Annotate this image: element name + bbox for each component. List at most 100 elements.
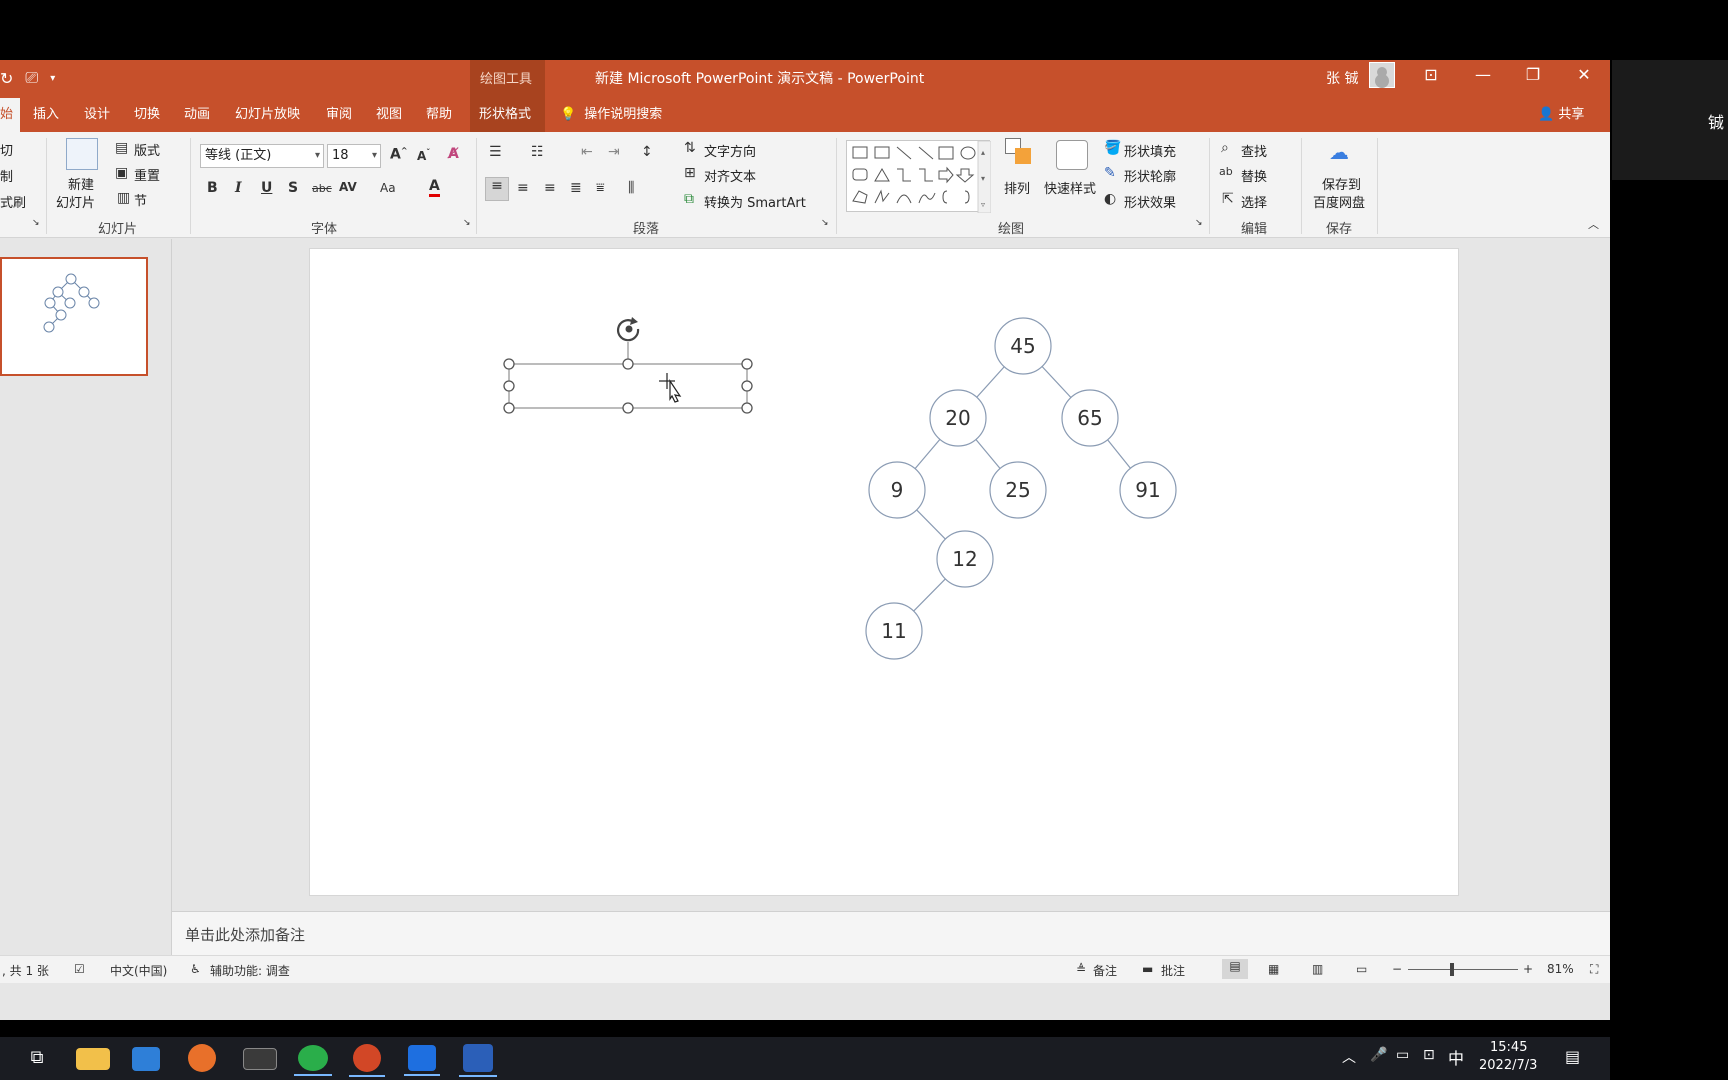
align-center-icon[interactable]: ≡ xyxy=(517,180,529,196)
line-spacing-icon[interactable]: ↕ xyxy=(641,144,653,160)
tab-slideshow[interactable]: 幻灯片放映 xyxy=(235,98,300,132)
arrange-icon[interactable] xyxy=(1005,138,1035,168)
grow-font-icon[interactable]: A^ xyxy=(390,146,408,163)
tab-design[interactable]: 设计 xyxy=(84,98,110,132)
shape-fill-button[interactable]: 形状填充 xyxy=(1124,141,1176,160)
shapes-gallery[interactable]: ▴ ▾ ▿ xyxy=(846,140,992,214)
firefox-icon[interactable] xyxy=(188,1044,216,1072)
align-text-button[interactable]: 对齐文本 xyxy=(704,166,756,185)
numbering-icon[interactable]: ☷ xyxy=(531,144,544,160)
tab-review[interactable]: 审阅 xyxy=(326,98,352,132)
normal-view-icon[interactable]: ▤ xyxy=(1222,959,1248,979)
zoom-level[interactable]: 81% xyxy=(1547,962,1574,976)
decrease-indent-icon[interactable]: ⇤ xyxy=(581,144,593,160)
dialog-launcher-icon[interactable]: ↘ xyxy=(32,218,40,228)
redo-icon[interactable]: ↻ xyxy=(0,69,13,88)
slide-sorter-icon[interactable]: ▦ xyxy=(1268,962,1279,976)
battery-icon[interactable]: ▭ xyxy=(1396,1047,1409,1063)
tab-transitions[interactable]: 切换 xyxy=(134,98,160,132)
layout-button[interactable]: 版式 xyxy=(134,140,160,159)
text-direction-button[interactable]: 文字方向 xyxy=(704,141,756,160)
justify-icon[interactable]: ≣ xyxy=(570,180,582,196)
collapse-ribbon-icon[interactable]: ︿ xyxy=(1588,216,1599,232)
tab-shape-format[interactable]: 形状格式 xyxy=(479,98,531,132)
new-slide-icon[interactable] xyxy=(66,138,98,170)
minimize-icon[interactable]: — xyxy=(1468,64,1498,86)
arrange-button[interactable]: 排列 xyxy=(1004,178,1030,197)
comments-toggle[interactable]: 批注 xyxy=(1161,962,1185,979)
language-status[interactable]: 中文(中国) xyxy=(110,962,167,979)
columns-icon[interactable]: ⫼ xyxy=(628,180,634,196)
tab-help[interactable]: 帮助 xyxy=(426,98,452,132)
comments-icon[interactable]: ▬ xyxy=(1142,962,1153,976)
strikethrough-icon[interactable]: abc xyxy=(312,182,332,195)
accessibility-status[interactable]: 辅助功能: 调查 xyxy=(210,962,290,979)
store-icon[interactable] xyxy=(132,1047,160,1071)
clock-time[interactable]: 15:45 xyxy=(1490,1040,1527,1055)
quick-styles-button[interactable]: 快速样式 xyxy=(1044,178,1096,197)
zoom-slider-thumb[interactable] xyxy=(1450,963,1454,976)
cut-button[interactable]: 切 xyxy=(0,140,13,159)
save-cloud-label-1[interactable]: 保存到 xyxy=(1322,174,1361,193)
zoom-slider-track[interactable] xyxy=(1408,969,1518,970)
align-text-icon[interactable]: ⊞ xyxy=(684,165,696,181)
shrink-font-icon[interactable]: Aˇ xyxy=(417,148,430,163)
restore-icon[interactable]: ❐ xyxy=(1518,64,1548,86)
character-spacing-icon[interactable]: AV xyxy=(339,180,357,194)
ime-indicator[interactable]: 中 xyxy=(1448,1045,1464,1069)
fit-to-window-icon[interactable]: ⛶ xyxy=(1590,962,1598,977)
network-icon[interactable]: ⊡ xyxy=(1423,1047,1435,1063)
reset-button[interactable]: 重置 xyxy=(134,165,160,184)
shape-effects-icon[interactable]: ◐ xyxy=(1104,191,1116,207)
find-icon[interactable]: ⌕ xyxy=(1221,140,1229,156)
powerpoint-taskbar-icon[interactable] xyxy=(349,1044,385,1077)
select-icon[interactable]: ⇱ xyxy=(1222,191,1234,207)
underline-icon[interactable]: U xyxy=(261,180,272,196)
reset-icon[interactable]: ▣ xyxy=(115,165,128,181)
avatar[interactable] xyxy=(1369,62,1395,88)
change-case-icon[interactable]: Aa xyxy=(380,181,396,195)
replace-button[interactable]: 替换 xyxy=(1241,166,1267,185)
italic-icon[interactable]: I xyxy=(235,180,242,196)
slideshow-icon[interactable]: ▭ xyxy=(1356,962,1367,976)
font-family-select[interactable]: 等线 (正文) xyxy=(200,144,324,168)
find-button[interactable]: 查找 xyxy=(1241,141,1267,160)
font-color-icon[interactable]: A xyxy=(429,178,440,197)
align-right-icon[interactable]: ≡ xyxy=(544,180,556,196)
microphone-icon[interactable]: 🎤 xyxy=(1370,1047,1387,1063)
reading-view-icon[interactable]: ▥ xyxy=(1312,962,1323,976)
shape-fill-icon[interactable]: 🪣 xyxy=(1104,140,1121,156)
section-button[interactable]: 节 xyxy=(134,190,147,209)
clock-date[interactable]: 2022/7/3 xyxy=(1479,1058,1537,1073)
terminal-icon[interactable] xyxy=(243,1048,277,1070)
format-painter-button[interactable]: 式刷 xyxy=(0,192,26,211)
slide-thumbnail-1[interactable] xyxy=(0,257,148,376)
file-explorer-icon[interactable] xyxy=(76,1048,110,1070)
zoom-in-icon[interactable]: + xyxy=(1523,962,1533,976)
customize-qat-icon[interactable]: ▾ xyxy=(50,73,55,84)
align-left-icon[interactable]: ≡ xyxy=(485,177,509,201)
increase-indent-icon[interactable]: ⇥ xyxy=(608,144,620,160)
word-taskbar-icon[interactable] xyxy=(459,1044,497,1077)
tab-insert[interactable]: 插入 xyxy=(33,98,59,132)
rotate-handle-icon[interactable] xyxy=(617,317,640,342)
zoom-out-icon[interactable]: − xyxy=(1392,962,1402,976)
new-slide-label[interactable]: 新建 xyxy=(68,174,94,193)
dialog-launcher-icon[interactable]: ↘ xyxy=(463,218,471,228)
user-name[interactable]: 张 铖 xyxy=(1326,68,1358,88)
ribbon-display-options-icon[interactable]: ⊡ xyxy=(1416,64,1446,86)
share-button[interactable]: 👤 共享 xyxy=(1538,98,1584,132)
tell-me-search[interactable]: 💡 操作说明搜索 xyxy=(560,98,662,132)
tray-overflow-icon[interactable]: ︿ xyxy=(1342,1047,1356,1067)
convert-smartart-button[interactable]: 转换为 SmartArt xyxy=(704,192,806,211)
notes-toggle-icon[interactable]: ≜ xyxy=(1076,962,1086,976)
shape-outline-button[interactable]: 形状轮廓 xyxy=(1124,166,1176,185)
notes-toggle[interactable]: 备注 xyxy=(1093,962,1117,979)
app-icon[interactable] xyxy=(404,1045,440,1076)
clear-formatting-icon[interactable]: A̸ xyxy=(448,146,459,162)
shadow-icon[interactable]: S xyxy=(288,180,298,196)
shape-effects-button[interactable]: 形状效果 xyxy=(1124,192,1176,211)
font-size-select[interactable]: 18 xyxy=(327,144,381,168)
presentation-start-icon[interactable]: ⎚ xyxy=(25,68,38,88)
task-view-icon[interactable]: ⧉ xyxy=(20,1042,54,1074)
